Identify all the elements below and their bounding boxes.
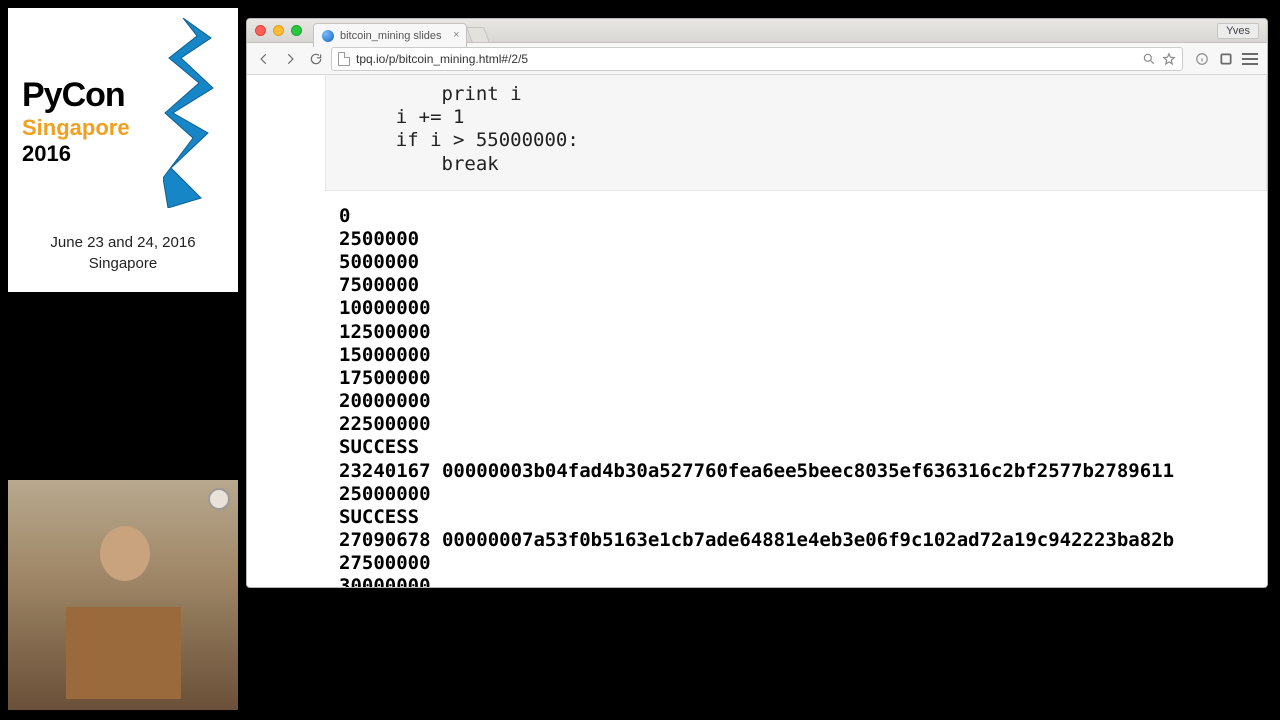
tab-favicon-icon <box>322 30 334 42</box>
conference-banner: PyCon Singapore 2016 June 23 and 24, 201… <box>8 8 238 292</box>
tab-title: bitcoin_mining slides <box>340 30 442 42</box>
logo-line2: Singapore <box>22 115 130 140</box>
logo-line1: PyCon <box>22 76 130 115</box>
event-date: June 23 and 24, 2016 Singapore <box>8 232 238 274</box>
logo-year: 2016 <box>22 141 130 167</box>
pycon-logo-shape <box>163 18 223 208</box>
window-close-button[interactable] <box>255 25 266 36</box>
conference-sidebar: PyCon Singapore 2016 June 23 and 24, 201… <box>8 8 238 292</box>
back-button[interactable] <box>253 48 275 70</box>
page-icon <box>338 52 350 66</box>
arrow-right-icon <box>283 52 297 66</box>
bookmark-star-icon[interactable] <box>1162 52 1176 66</box>
info-circle-icon <box>1195 52 1209 66</box>
hamburger-icon <box>1242 53 1258 65</box>
square-icon <box>1219 52 1233 66</box>
zoom-icon[interactable] <box>1142 52 1156 66</box>
reload-button[interactable] <box>305 48 327 70</box>
window-minimize-button[interactable] <box>273 25 284 36</box>
wall-clock-icon <box>208 488 230 510</box>
output-cell: 0 2500000 5000000 7500000 10000000 12500… <box>325 205 1267 587</box>
arrow-left-icon <box>257 52 271 66</box>
code-cell: print i i += 1 if i > 55000000: break <box>325 75 1267 191</box>
speaker-webcam <box>8 480 238 710</box>
page-content: print i i += 1 if i > 55000000: break 0 … <box>247 75 1267 587</box>
tab-close-icon[interactable]: × <box>453 29 459 41</box>
address-bar[interactable]: tpq.io/p/bitcoin_mining.html#/2/5 <box>331 47 1183 71</box>
browser-window: Yves bitcoin_mining slides × tpq.io/p/b <box>246 18 1268 588</box>
event-date-line2: Singapore <box>8 253 238 274</box>
menu-button[interactable] <box>1239 48 1261 70</box>
reload-icon <box>309 52 323 66</box>
forward-button[interactable] <box>279 48 301 70</box>
extension-info-icon[interactable] <box>1191 48 1213 70</box>
window-controls <box>255 25 302 36</box>
url-text: tpq.io/p/bitcoin_mining.html#/2/5 <box>356 52 1136 66</box>
browser-tab[interactable]: bitcoin_mining slides × <box>313 23 467 47</box>
profile-button[interactable]: Yves <box>1217 23 1259 39</box>
window-maximize-button[interactable] <box>291 25 302 36</box>
event-date-line1: June 23 and 24, 2016 <box>8 232 238 253</box>
browser-toolbar: tpq.io/p/bitcoin_mining.html#/2/5 <box>247 43 1267 75</box>
pycon-logo: PyCon Singapore 2016 <box>8 8 238 208</box>
extension-square-icon[interactable] <box>1215 48 1237 70</box>
